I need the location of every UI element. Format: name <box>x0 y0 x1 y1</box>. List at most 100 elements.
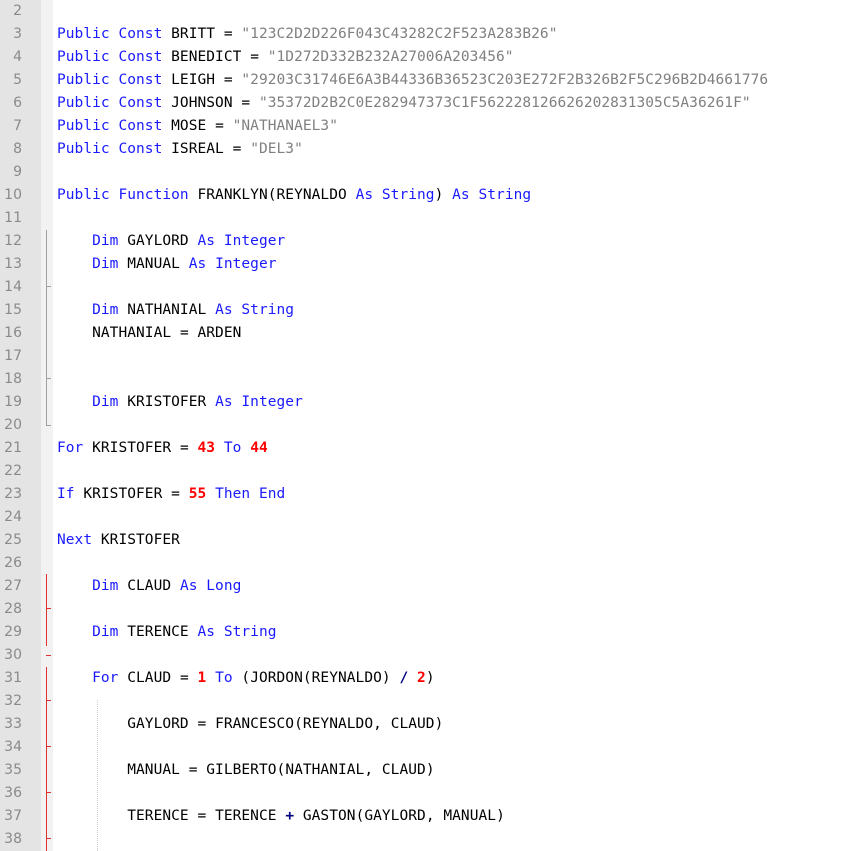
code-text[interactable]: Next KRISTOFER <box>57 529 180 552</box>
line-number: 32 <box>4 693 22 709</box>
line-number: 26 <box>4 555 22 571</box>
code-text[interactable]: Dim TERENCE As String <box>57 621 277 644</box>
code-line[interactable]: 14 <box>0 276 859 299</box>
code-line[interactable]: 22 <box>0 460 859 483</box>
code-line[interactable]: 6 Public Const JOHNSON = "35372D2B2C0E282… <box>0 92 859 115</box>
code-text[interactable]: GAYLORD = FRANCESCO(REYNALDO, CLAUD) <box>57 713 443 736</box>
code-text[interactable]: Public Const LEIGH = "29203C31746E6A3B44… <box>57 69 768 92</box>
change-bar <box>46 667 47 851</box>
indent-guide <box>97 700 98 851</box>
fold-tick <box>46 792 51 793</box>
line-number: 17 <box>4 348 22 364</box>
code-text[interactable]: Public Const JOHNSON = "35372D2B2C0E2829… <box>57 92 751 115</box>
code-line[interactable]: 28 <box>0 598 859 621</box>
code-line[interactable]: 29 Dim TERENCE As String <box>0 621 859 644</box>
line-number: 12 <box>4 233 22 249</box>
code-text[interactable]: Public Const BRITT = "123C2D2D226F043C43… <box>57 23 557 46</box>
code-line[interactable]: 15 Dim NATHANIAL As String <box>0 299 859 322</box>
line-number: 7 <box>13 118 22 134</box>
code-text[interactable]: Public Const ISREAL = "DEL3" <box>57 138 303 161</box>
code-line[interactable]: 30 <box>0 644 859 667</box>
code-text[interactable]: MANUAL = GILBERTO(NATHANIAL, CLAUD) <box>57 759 435 782</box>
line-number: 6 <box>13 95 22 111</box>
code-text[interactable]: Dim GAYLORD As Integer <box>57 230 285 253</box>
code-line[interactable]: 25 Next KRISTOFER <box>0 529 859 552</box>
code-line[interactable]: 35 MANUAL = GILBERTO(NATHANIAL, CLAUD) <box>0 759 859 782</box>
code-line[interactable]: 33 GAYLORD = FRANCESCO(REYNALDO, CLAUD) <box>0 713 859 736</box>
code-text[interactable]: Dim NATHANIAL As String <box>57 299 294 322</box>
line-number: 27 <box>4 578 22 594</box>
code-text[interactable]: Public Const BENEDICT = "1D272D332B232A2… <box>57 46 514 69</box>
line-number: 8 <box>13 141 22 157</box>
line-number: 38 <box>4 831 22 847</box>
code-text[interactable]: TERENCE = TERENCE + GASTON(GAYLORD, MANU… <box>57 805 505 828</box>
code-line[interactable]: 37 TERENCE = TERENCE + GASTON(GAYLORD, M… <box>0 805 859 828</box>
code-line[interactable]: 19 Dim KRISTOFER As Integer <box>0 391 859 414</box>
code-line[interactable]: 23 If KRISTOFER = 55 Then End <box>0 483 859 506</box>
line-number: 29 <box>4 624 22 640</box>
fold-tick <box>46 286 51 287</box>
code-line[interactable]: 26 <box>0 552 859 575</box>
code-line[interactable]: 18 <box>0 368 859 391</box>
line-number: 10 <box>4 187 22 203</box>
line-number: 37 <box>4 808 22 824</box>
fold-tick <box>46 425 51 426</box>
code-line[interactable]: 17 <box>0 345 859 368</box>
code-text[interactable]: For CLAUD = 1 To (JORDON(REYNALDO) / 2) <box>57 667 435 690</box>
fold-tick <box>46 378 51 379</box>
code-line[interactable]: 32 <box>0 690 859 713</box>
code-text[interactable]: If KRISTOFER = 55 Then End <box>57 483 285 506</box>
line-number: 34 <box>4 739 22 755</box>
line-number: 13 <box>4 256 22 272</box>
code-line[interactable]: 3 Public Const BRITT = "123C2D2D226F043C4… <box>0 23 859 46</box>
code-line[interactable]: 36 <box>0 782 859 805</box>
line-number: 16 <box>4 325 22 341</box>
code-line[interactable]: 4 Public Const BENEDICT = "1D272D332B232A… <box>0 46 859 69</box>
line-number: 19 <box>4 394 22 410</box>
code-line[interactable]: 21 For KRISTOFER = 43 To 44 <box>0 437 859 460</box>
code-line[interactable]: 5 Public Const LEIGH = "29203C31746E6A3B4… <box>0 69 859 92</box>
code-text[interactable]: For KRISTOFER = 43 To 44 <box>57 437 268 460</box>
code-line[interactable]: 16 NATHANIAL = ARDEN <box>0 322 859 345</box>
code-line[interactable]: 12 Dim GAYLORD As Integer <box>0 230 859 253</box>
change-bar <box>46 574 47 646</box>
line-number: 24 <box>4 509 22 525</box>
code-text[interactable]: Public Const MOSE = "NATHANAEL3" <box>57 115 338 138</box>
code-text[interactable]: Dim CLAUD As Long <box>57 575 241 598</box>
code-line[interactable]: 20 <box>0 414 859 437</box>
line-number: 23 <box>4 486 22 502</box>
code-line[interactable]: 13 Dim MANUAL As Integer <box>0 253 859 276</box>
line-number: 3 <box>13 26 22 42</box>
line-number: 28 <box>4 601 22 617</box>
code-line[interactable]: 10 Public Function FRANKLYN(REYNALDO As S… <box>0 184 859 207</box>
code-text[interactable]: Dim MANUAL As Integer <box>57 253 277 276</box>
code-editor[interactable]: 2 3 Public Const BRITT = "123C2D2D226F043C… <box>0 0 859 851</box>
line-number: 20 <box>4 417 22 433</box>
fold-tick <box>46 655 51 656</box>
code-line[interactable]: 38 <box>0 828 859 851</box>
fold-tick <box>46 838 51 839</box>
code-line[interactable]: 9 <box>0 161 859 184</box>
code-text[interactable]: Dim KRISTOFER As Integer <box>57 391 303 414</box>
code-line[interactable]: 8 Public Const ISREAL = "DEL3" <box>0 138 859 161</box>
line-number: 2 <box>13 3 22 19</box>
line-number: 4 <box>13 49 22 65</box>
line-number: 31 <box>4 670 22 686</box>
code-text[interactable]: NATHANIAL = ARDEN <box>57 322 241 345</box>
code-text[interactable]: Public Function FRANKLYN(REYNALDO As Str… <box>57 184 531 207</box>
code-line[interactable]: 31 For CLAUD = 1 To (JORDON(REYNALDO) / … <box>0 667 859 690</box>
code-line[interactable]: 24 <box>0 506 859 529</box>
line-number: 25 <box>4 532 22 548</box>
line-number: 36 <box>4 785 22 801</box>
line-number: 14 <box>4 279 22 295</box>
fold-tick <box>46 746 51 747</box>
code-line[interactable]: 34 <box>0 736 859 759</box>
line-number: 35 <box>4 762 22 778</box>
code-line[interactable]: 7 Public Const MOSE = "NATHANAEL3" <box>0 115 859 138</box>
code-line[interactable]: 27 Dim CLAUD As Long <box>0 575 859 598</box>
code-line[interactable]: 11 <box>0 207 859 230</box>
line-number: 5 <box>13 72 22 88</box>
fold-line <box>46 230 47 426</box>
code-line[interactable]: 2 <box>0 0 859 23</box>
fold-tick <box>46 608 51 609</box>
